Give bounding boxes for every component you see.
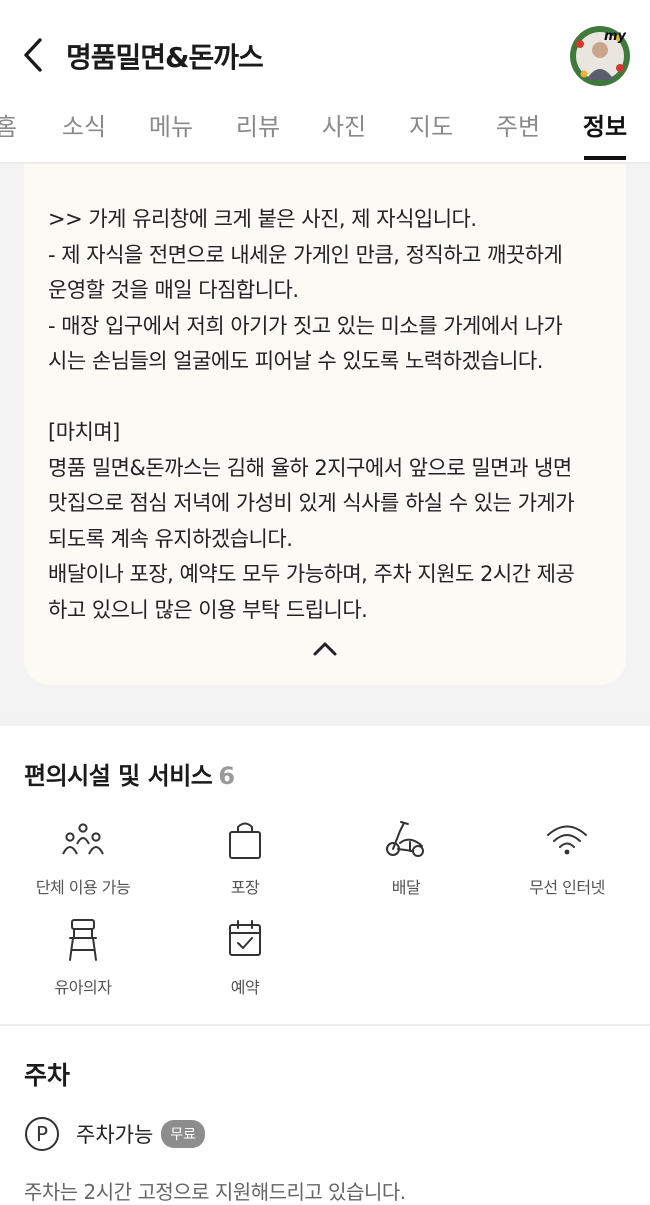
tab-info[interactable]: 정보 [575, 108, 635, 160]
amenity-high-chair: 유아의자 [2, 918, 164, 998]
avatar-badge: my [604, 29, 627, 44]
amenity-label: 무선 인터넷 [529, 878, 605, 897]
my-profile-avatar[interactable]: my [568, 24, 632, 88]
back-arrow-icon[interactable] [18, 34, 52, 76]
amenity-group: 단체 이용 가능 [2, 818, 164, 898]
amenity-reservation: 예약 [164, 918, 326, 998]
parking-note: 주차는 2시간 고정으로 지원해드리고 있습니다. [24, 1180, 406, 1204]
high-chair-icon [69, 919, 97, 961]
amenities-title: 편의시설 및 서비스 6 [24, 756, 235, 791]
app-header: 명품밀면&돈까스 my [0, 0, 650, 108]
page-title: 명품밀면&돈까스 [66, 41, 264, 74]
free-badge: 무료 [161, 1120, 206, 1148]
parking-title: 주차 [24, 1061, 71, 1090]
tab-reviews[interactable]: 리뷰 [228, 108, 288, 160]
amenity-delivery: 배달 [325, 818, 487, 898]
wifi-icon [547, 825, 587, 855]
amenity-wifi: 무선 인터넷 [486, 818, 648, 898]
amenities-title-text: 편의시설 및 서비스 [24, 762, 213, 790]
tab-home[interactable]: 홈 [0, 108, 26, 160]
group-icon [62, 823, 104, 855]
amenity-label: 유아의자 [54, 978, 112, 997]
parking-row: P 주차가능 무료 [24, 1114, 206, 1154]
tab-nearby[interactable]: 주변 [488, 108, 548, 160]
calendar-check-icon [229, 920, 261, 956]
amenity-label: 배달 [391, 878, 421, 897]
amenity-label: 포장 [230, 878, 260, 897]
intro-text: >> 가게 유리창에 크게 붙은 사진, 제 자식입니다. - 제 자식을 전면… [48, 207, 575, 622]
tab-map[interactable]: 지도 [401, 108, 461, 160]
section-divider [0, 714, 650, 726]
tab-bar: 홈 소식 메뉴 리뷰 사진 지도 주변 정보 [0, 108, 650, 164]
divider [0, 1024, 650, 1026]
amenities-count: 6 [218, 762, 235, 790]
intro-card: >> 가게 유리창에 크게 붙은 사진, 제 자식입니다. - 제 자식을 전면… [24, 164, 626, 685]
scooter-icon [386, 821, 424, 857]
tab-photos[interactable]: 사진 [314, 108, 374, 160]
shopping-bag-icon [229, 822, 261, 859]
amenity-takeout: 포장 [164, 818, 326, 898]
chevron-up-icon[interactable] [311, 636, 339, 662]
tab-news[interactable]: 소식 [54, 108, 114, 160]
active-tab-indicator [584, 156, 626, 160]
amenity-label: 단체 이용 가능 [35, 878, 131, 897]
amenity-label: 예약 [230, 978, 260, 997]
tab-menu[interactable]: 메뉴 [141, 108, 201, 160]
parking-icon: P [25, 1117, 59, 1151]
parking-status: 주차가능 [76, 1123, 154, 1147]
svg-text:P: P [36, 1122, 48, 1146]
